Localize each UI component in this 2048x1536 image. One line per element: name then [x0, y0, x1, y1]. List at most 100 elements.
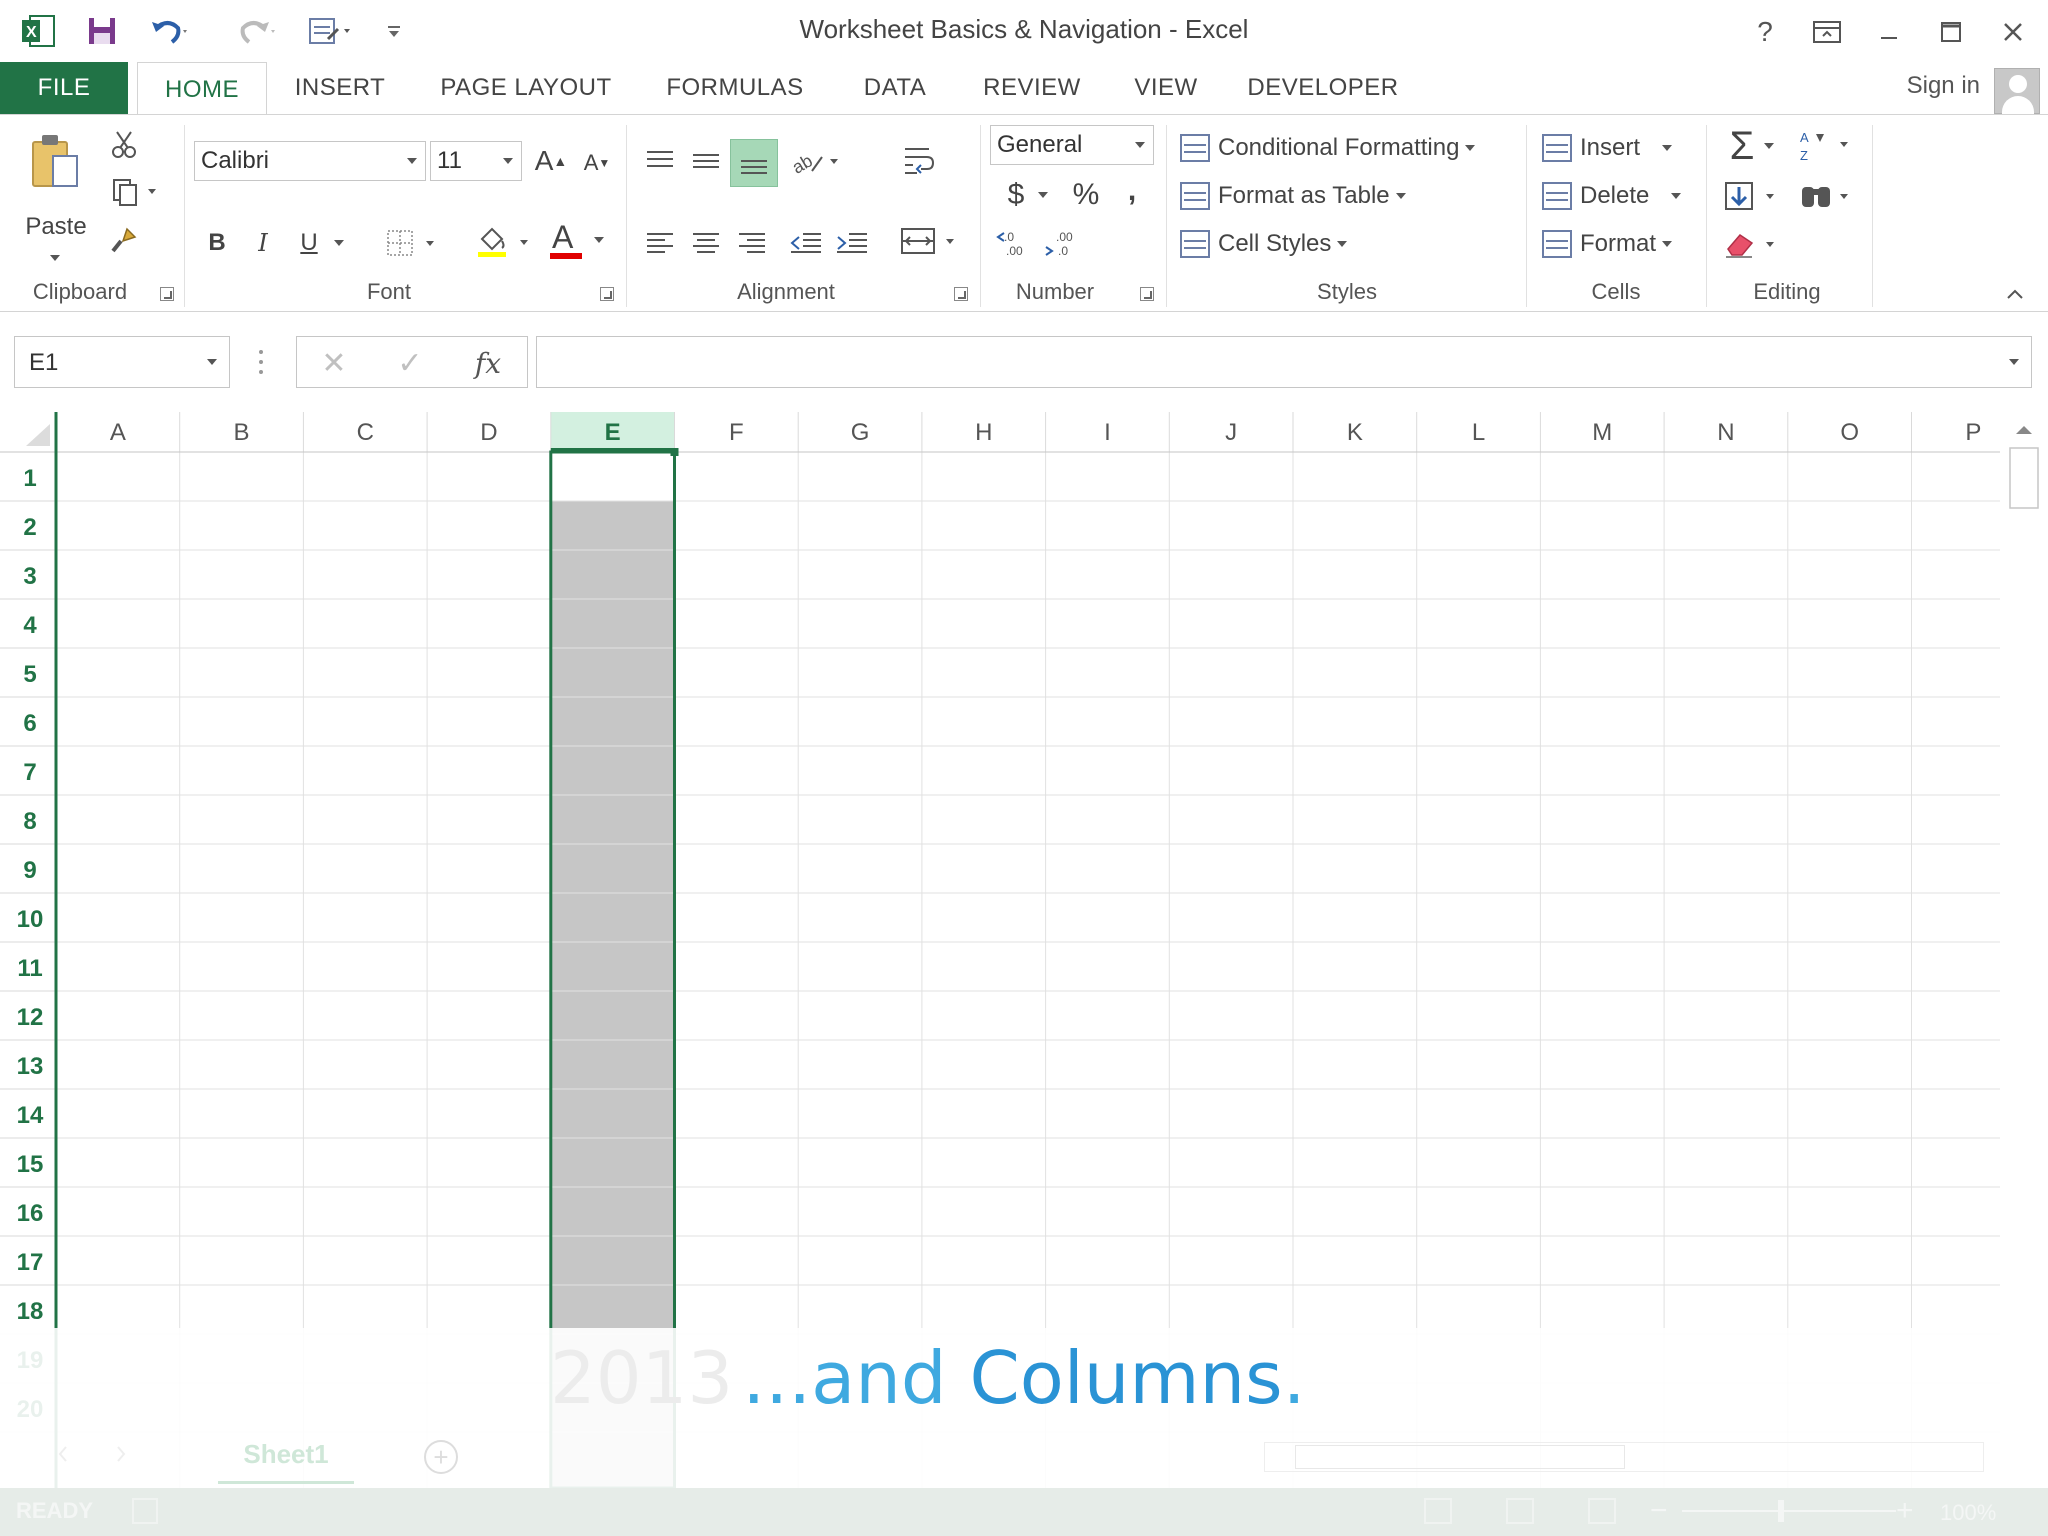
middle-align-icon[interactable] — [686, 139, 726, 183]
column-header-o[interactable]: O — [1840, 419, 1859, 446]
column-header-n[interactable]: N — [1717, 419, 1734, 446]
bottom-align-icon[interactable] — [730, 139, 778, 187]
alignment-launcher-icon[interactable] — [954, 287, 968, 301]
column-header-j[interactable]: J — [1225, 419, 1237, 446]
column-header-f[interactable]: F — [729, 419, 744, 446]
column-header-d[interactable]: D — [480, 419, 497, 446]
horizontal-scrollbar[interactable] — [1264, 1442, 1984, 1472]
collapse-ribbon-icon[interactable] — [1998, 281, 2032, 307]
scroll-sheets-right-icon[interactable] — [114, 1444, 134, 1470]
decrease-decimal-icon[interactable]: .00.0 — [1040, 223, 1084, 263]
macro-record-icon[interactable] — [132, 1498, 158, 1524]
avatar[interactable] — [1994, 68, 2040, 114]
column-header-b[interactable]: B — [234, 419, 250, 446]
zoom-level[interactable]: 100% — [1940, 1500, 1996, 1526]
cell-styles-button[interactable]: Cell Styles — [1180, 223, 1348, 265]
format-cells-button[interactable]: Format — [1542, 223, 1673, 265]
row-header-8[interactable]: 8 — [23, 808, 36, 835]
maximize-icon[interactable] — [1928, 12, 1974, 52]
copy-icon[interactable] — [104, 173, 164, 211]
worksheet-grid[interactable]: A B C D E F G H I J K L M N O P 1 2 3 4 5 6 7 8 9 10 11 12 13 14 15 16 1… — [0, 412, 2048, 1488]
tab-page-layout[interactable]: PAGE LAYOUT — [430, 62, 622, 114]
delete-cells-button[interactable]: Delete — [1542, 175, 1682, 217]
fill-icon[interactable] — [1718, 175, 1786, 217]
tab-insert[interactable]: INSERT — [286, 62, 394, 114]
font-color-button[interactable]: A — [548, 219, 618, 263]
grow-font-button[interactable]: A ▲ — [532, 141, 570, 181]
row-header-18[interactable]: 18 — [17, 1298, 44, 1325]
row-header-6[interactable]: 6 — [23, 710, 36, 737]
autosum-button[interactable]: Σ — [1718, 123, 1786, 169]
conditional-formatting-button[interactable]: Conditional Formatting — [1180, 127, 1476, 169]
column-header-l[interactable]: L — [1472, 419, 1485, 446]
accounting-format-button[interactable]: $ — [996, 175, 1060, 215]
tab-developer[interactable]: DEVELOPER — [1244, 62, 1402, 114]
fill-handle[interactable] — [670, 448, 679, 456]
find-select-icon[interactable] — [1794, 175, 1858, 217]
percent-style-button[interactable]: % — [1066, 175, 1106, 215]
row-header-5[interactable]: 5 — [23, 661, 36, 688]
column-header-e[interactable]: E — [605, 419, 621, 446]
tab-formulas[interactable]: FORMULAS — [660, 62, 810, 114]
wrap-text-icon[interactable] — [896, 139, 944, 183]
scroll-sheets-left-icon[interactable] — [56, 1444, 76, 1470]
insert-cells-button[interactable]: Insert — [1542, 127, 1673, 169]
column-header-c[interactable]: C — [357, 419, 374, 446]
align-right-icon[interactable] — [732, 223, 772, 263]
zoom-in-button[interactable]: + — [1896, 1494, 1914, 1528]
tab-data[interactable]: DATA — [846, 62, 944, 114]
row-header-12[interactable]: 12 — [17, 1004, 44, 1031]
insert-function-button[interactable]: fx — [463, 343, 513, 383]
format-painter-icon[interactable] — [104, 221, 144, 259]
row-header-10[interactable]: 10 — [17, 906, 44, 933]
sort-filter-icon[interactable]: AZ — [1794, 123, 1858, 169]
paste-button[interactable]: Paste — [14, 121, 98, 271]
borders-icon[interactable] — [380, 223, 444, 263]
formula-input[interactable] — [536, 336, 2032, 388]
column-header-k[interactable]: K — [1347, 419, 1363, 446]
expand-formula-bar-icon[interactable] — [2009, 359, 2019, 365]
italic-button[interactable]: I — [246, 223, 280, 263]
sign-in-link[interactable]: Sign in — [1907, 72, 1980, 100]
sheet-tab-sheet1[interactable]: Sheet1 — [218, 1428, 354, 1484]
column-header-h[interactable]: H — [975, 419, 992, 446]
new-sheet-button[interactable]: + — [424, 1440, 458, 1474]
font-launcher-icon[interactable] — [600, 287, 614, 301]
align-left-icon[interactable] — [640, 223, 680, 263]
bold-button[interactable]: B — [200, 223, 234, 263]
tab-file[interactable]: FILE — [0, 62, 128, 114]
row-header-15[interactable]: 15 — [17, 1151, 44, 1178]
column-header-a[interactable]: A — [110, 419, 126, 446]
help-button[interactable]: ? — [1742, 12, 1788, 52]
cut-icon[interactable] — [104, 125, 144, 163]
row-header-16[interactable]: 16 — [17, 1200, 44, 1227]
tab-view[interactable]: VIEW — [1120, 62, 1212, 114]
number-format-select[interactable]: General — [990, 125, 1154, 165]
vertical-scrollbar[interactable] — [2002, 412, 2048, 1488]
column-header-p[interactable]: P — [1965, 419, 1981, 446]
zoom-slider-thumb[interactable] — [1778, 1500, 1784, 1522]
increase-decimal-icon[interactable]: .0.00 — [992, 223, 1036, 263]
shrink-font-button[interactable]: A ▼ — [578, 143, 616, 183]
minimize-icon[interactable] — [1866, 12, 1912, 52]
underline-button[interactable]: U — [292, 223, 326, 263]
row-header-2[interactable]: 2 — [23, 514, 36, 541]
row-header-3[interactable]: 3 — [23, 563, 36, 590]
page-layout-view-icon[interactable] — [1506, 1498, 1534, 1524]
row-header-9[interactable]: 9 — [23, 857, 36, 884]
name-box[interactable]: E1 — [14, 336, 230, 388]
comma-style-button[interactable]: , — [1112, 171, 1152, 211]
row-header-13[interactable]: 13 — [17, 1053, 44, 1080]
format-as-table-button[interactable]: Format as Table — [1180, 175, 1406, 217]
confirm-entry-button[interactable]: ✓ — [385, 343, 435, 383]
row-header-7[interactable]: 7 — [23, 759, 36, 786]
zoom-slider[interactable] — [1682, 1510, 1896, 1512]
clear-eraser-icon[interactable] — [1718, 223, 1786, 265]
page-break-view-icon[interactable] — [1588, 1498, 1616, 1524]
orientation-icon[interactable]: ab — [786, 139, 850, 183]
font-size-select[interactable]: 11 — [430, 141, 522, 181]
merge-center-icon[interactable] — [896, 219, 966, 263]
align-center-icon[interactable] — [686, 223, 726, 263]
row-header-14[interactable]: 14 — [17, 1102, 44, 1129]
decrease-indent-icon[interactable] — [786, 223, 826, 263]
